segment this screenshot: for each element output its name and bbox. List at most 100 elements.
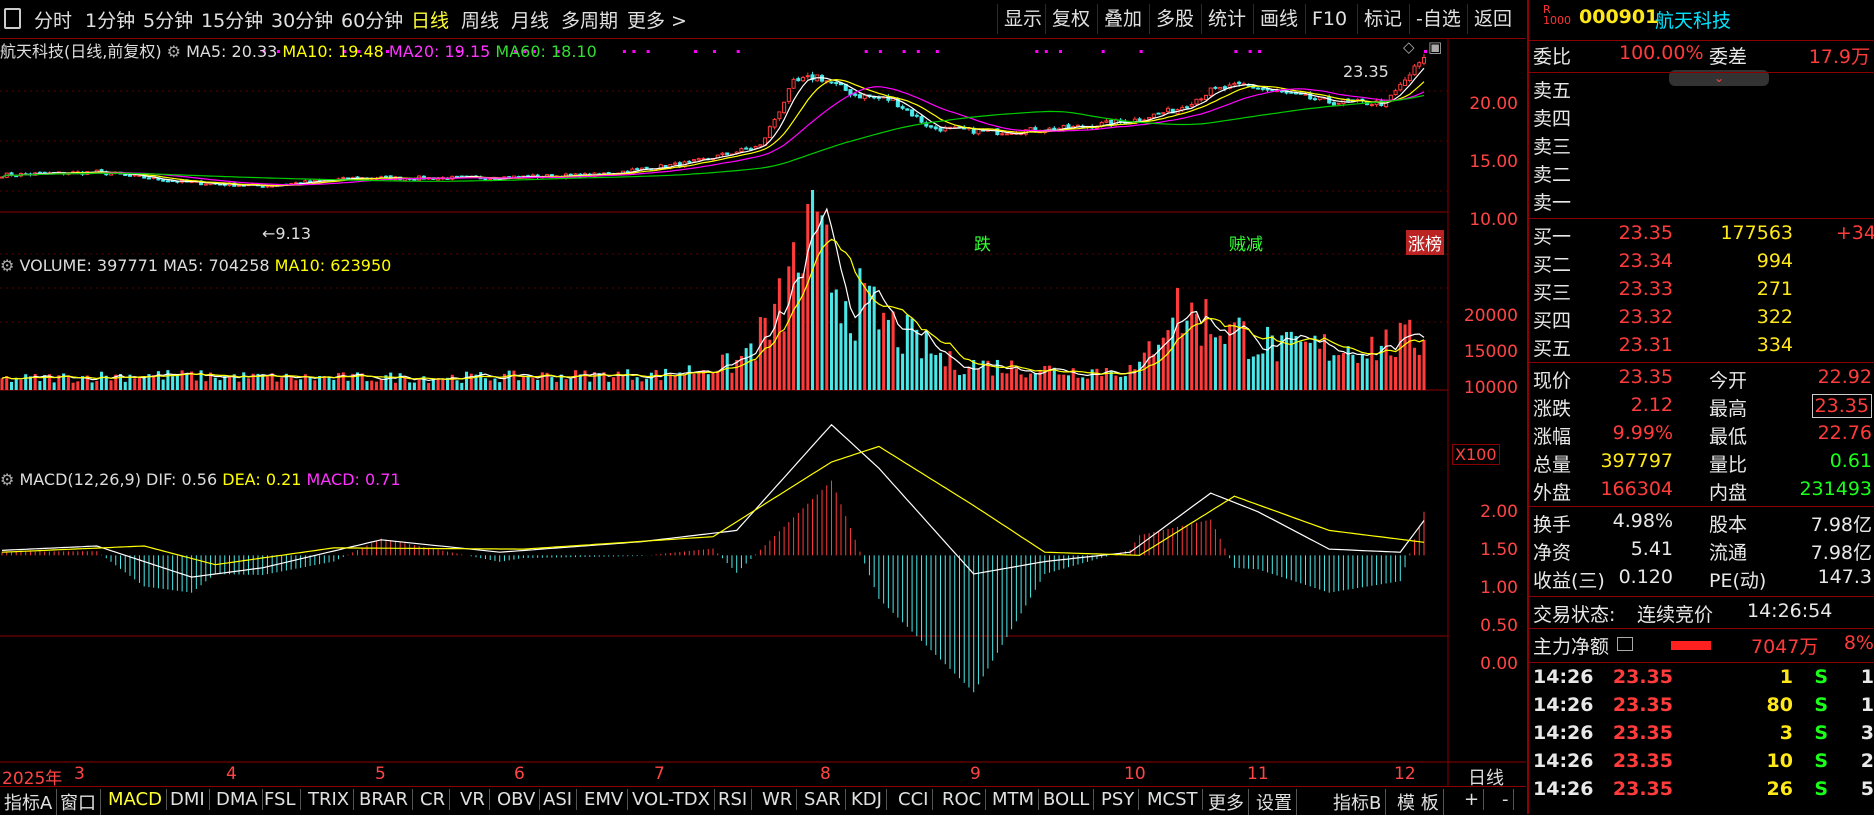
tab-indicator-20[interactable]: MTM (992, 789, 1040, 810)
volume-bar (1346, 346, 1350, 390)
signal-fall[interactable]: 跌 (972, 230, 993, 255)
tab-indicator-15[interactable]: WR (762, 789, 798, 810)
tab-indicator-26[interactable]: 指标B (1333, 789, 1387, 815)
candle-body (644, 166, 649, 169)
macd-tick: 0.00 (1480, 654, 1518, 674)
layout-icon[interactable] (4, 8, 21, 29)
macd-label: MACD(12,26,9) (19, 470, 141, 489)
tab-indicator-28[interactable]: + (1464, 789, 1485, 810)
buy-row[interactable]: 买一 23.35 177563 +34 (1529, 222, 1874, 250)
volume-bar (0, 378, 4, 390)
quote-value: 22.92 (1817, 366, 1872, 388)
tool-button-1[interactable]: 复权 (1045, 4, 1096, 34)
settings-icon[interactable]: ⚙ (0, 470, 14, 489)
period-0[interactable]: 分时 (34, 6, 72, 33)
tab-indicator-29[interactable]: - (1502, 789, 1514, 810)
tool-button-2[interactable]: 叠加 (1097, 4, 1148, 34)
tab-indicator-0[interactable]: 指标A (4, 789, 58, 815)
tab-indicator-18[interactable]: CCI (898, 789, 934, 810)
candle-body (341, 176, 346, 180)
signal-limit-up[interactable]: 涨榜 (1406, 230, 1444, 255)
period-7[interactable]: 周线 (461, 6, 499, 33)
volume-bar (991, 375, 995, 390)
volume-bar (327, 376, 331, 390)
volume-bar (427, 382, 431, 390)
tool-button-8[interactable]: -自选 (1409, 4, 1467, 34)
period-4[interactable]: 30分钟 (271, 6, 333, 33)
settings-icon[interactable]: ⚙ (0, 256, 14, 275)
settings-icon[interactable]: ⚙ (167, 42, 181, 61)
tab-indicator-19[interactable]: ROC (942, 789, 987, 810)
vol-ma10-label: MA10: 623950 (274, 256, 392, 275)
tab-indicator-9[interactable]: VR (460, 789, 490, 810)
tab-indicator-7[interactable]: BRAR (359, 789, 413, 810)
period-10[interactable]: 更多 > (627, 6, 687, 33)
tab-indicator-25[interactable]: 设置 (1256, 789, 1297, 815)
tab-indicator-21[interactable]: BOLL (1043, 789, 1095, 810)
tab-indicator-12[interactable]: EMV (584, 789, 629, 810)
period-9[interactable]: 多周期 (561, 6, 618, 33)
volume-bar (697, 371, 701, 390)
tool-button-7[interactable]: 标记 (1357, 4, 1408, 34)
buy-row[interactable]: 买四 23.32 322 (1529, 306, 1874, 334)
tool-button-5[interactable]: 画线 (1253, 4, 1304, 34)
buy-row[interactable]: 买二 23.34 994 (1529, 250, 1874, 278)
candle-body (1388, 94, 1393, 101)
volume-bar (517, 380, 521, 390)
tab-indicator-8[interactable]: CR (420, 789, 451, 810)
tab-indicator-5[interactable]: FSL (264, 789, 301, 810)
volume-bar (1057, 374, 1061, 390)
low-price-mark: ←9.13 (262, 224, 312, 243)
volume-bar (739, 355, 743, 390)
tab-indicator-22[interactable]: PSY (1101, 789, 1140, 810)
candle-body (692, 159, 697, 162)
tab-indicator-3[interactable]: DMI (170, 789, 210, 810)
tab-indicator-1[interactable]: 窗口 (60, 789, 101, 815)
window-icon[interactable]: ▣ (1428, 38, 1442, 56)
tool-button-6[interactable]: F10 (1305, 4, 1353, 34)
period-3[interactable]: 15分钟 (201, 6, 263, 33)
period-2[interactable]: 5分钟 (143, 6, 193, 33)
tab-indicator-27[interactable]: 模 板 (1397, 789, 1444, 815)
signal-dot (1059, 50, 1063, 53)
volume-bar (706, 374, 710, 390)
chart-canvas[interactable] (0, 38, 1526, 786)
tab-indicator-14[interactable]: RSI (718, 789, 753, 810)
tab-indicator-17[interactable]: KDJ (851, 789, 887, 810)
volume-bar (1066, 375, 1071, 390)
tool-button-4[interactable]: 统计 (1201, 4, 1252, 34)
tab-indicator-13[interactable]: VOL-TDX (632, 789, 715, 810)
tab-indicator-24[interactable]: 更多 (1208, 789, 1249, 815)
volume-bar (237, 381, 241, 390)
volume-bar (1138, 361, 1142, 390)
period-6[interactable]: 日线 (411, 6, 449, 33)
candle-body (1147, 117, 1152, 120)
volume-bar (379, 379, 383, 390)
candle-body (1421, 57, 1427, 64)
volume-bar (66, 375, 70, 390)
signal-dot (1258, 50, 1262, 53)
diamond-icon[interactable]: ◇ (1403, 38, 1415, 56)
tool-button-0[interactable]: 显示 (997, 4, 1048, 34)
candle-body (933, 126, 938, 130)
buy-row[interactable]: 买五 23.31 334 (1529, 334, 1874, 362)
tab-indicator-16[interactable]: SAR (804, 789, 846, 810)
volume-bar (204, 381, 208, 390)
list-icon[interactable] (1617, 637, 1633, 651)
tab-indicator-2[interactable]: MACD (108, 789, 167, 810)
period-5[interactable]: 60分钟 (341, 6, 403, 33)
signal-reduce[interactable]: 贼减 (1227, 230, 1265, 255)
tab-indicator-11[interactable]: ASI (543, 789, 578, 810)
tab-indicator-6[interactable]: TRIX (308, 789, 355, 810)
period-8[interactable]: 月线 (511, 6, 549, 33)
candle-body (1218, 86, 1223, 90)
tool-button-3[interactable]: 多股 (1149, 4, 1200, 34)
buy-row[interactable]: 买三 23.33 271 (1529, 278, 1874, 306)
tab-indicator-4[interactable]: DMA (216, 789, 263, 810)
signal-dot (902, 50, 906, 53)
tab-indicator-10[interactable]: OBV (497, 789, 541, 810)
tool-button-9[interactable]: 返回 (1467, 4, 1518, 34)
volume-bar (820, 215, 824, 390)
period-1[interactable]: 1分钟 (85, 6, 135, 33)
tab-indicator-23[interactable]: MCST (1147, 789, 1203, 810)
